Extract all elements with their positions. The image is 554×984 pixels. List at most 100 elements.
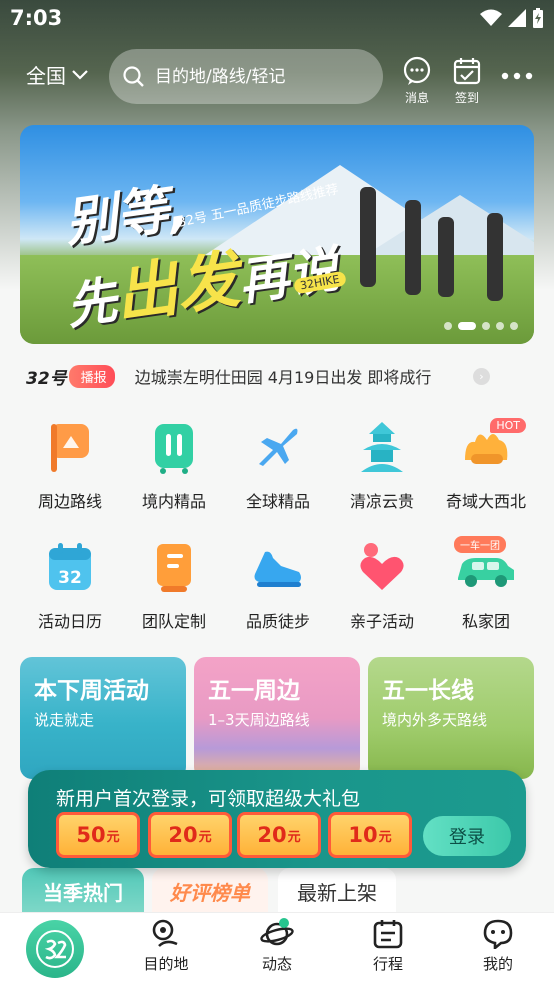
chevron-right-icon[interactable]: › [473,368,490,385]
category-label: 全球精品 [245,492,310,511]
nav-label: 目的地 [143,955,189,973]
search-bar[interactable] [109,49,383,104]
category-label: 奇域大西北 [445,492,526,511]
promo-card-title: 五一周边 [208,678,300,704]
messages-button[interactable]: 消息 [397,56,437,106]
nav-label: 行程 [372,955,403,973]
system-icons [480,8,544,28]
news-brand: 32号 [26,368,67,389]
category-label: 周边路线 [37,492,102,511]
itinerary-icon [373,920,403,949]
promo-card-subtitle: 1–3天周边路线 [208,711,310,729]
status-time: 7:03 [10,6,63,30]
category-label: 清凉云贵 [349,492,414,511]
nav-label: 我的 [482,955,513,973]
city-label: 全国 [26,64,66,88]
airplane-icon [251,420,305,474]
top-bar: 全国 消息 签到 [0,46,554,106]
location-pin-icon [152,919,178,947]
city-selector[interactable]: 全国 [26,60,88,89]
footprint-logo-icon [36,930,74,968]
category-item[interactable]: 团队定制 [122,540,226,632]
nav-trips[interactable]: 行程 [348,919,428,974]
carousel-dot[interactable] [444,322,452,330]
login-button[interactable]: 登录 [423,816,511,856]
battery-icon [533,8,543,28]
category-label: 活动日历 [37,612,102,631]
tab-seasonal[interactable]: 当季热门 [22,868,144,914]
car-icon [458,540,514,594]
notification-dot [279,918,289,928]
category-label: 私家团 [461,612,510,631]
tab-top-rated[interactable]: 好评榜单 [152,868,268,914]
profile-icon [483,919,513,949]
heart-icon [355,540,409,594]
luggage-icon [147,420,201,474]
tab-newest[interactable]: 最新上架 [278,868,396,914]
promo-card-weekly[interactable]: 本下周活动 说走就走 [20,657,186,779]
calendar-icon: 32 [43,540,97,594]
carousel-dots [444,322,518,330]
promo-card-title: 本下周活动 [34,678,149,704]
coupon: 10 元 [328,812,412,858]
checkin-label: 签到 [454,91,479,105]
nav-feed[interactable]: 动态 [237,919,317,974]
book-icon [147,540,201,594]
category-item[interactable]: 清凉云贵 [330,420,434,512]
camel-icon [459,420,513,474]
status-bar: 7:03 [0,0,554,38]
category-item[interactable]: 境内精品 [122,420,226,512]
category-item[interactable]: HOT 奇域大西北 [434,418,538,512]
promo-card-title: 五一长线 [382,678,474,704]
nav-profile[interactable]: 我的 [458,919,538,974]
chevron-down-icon [72,69,88,80]
category-label: 品质徒步 [245,612,310,631]
signal-icon [508,9,526,27]
category-item[interactable]: 品质徒步 [226,540,330,632]
banner-carousel[interactable]: 别等, 先出发再说 32号 五一品质徒步路线推荐 32HIKE [20,125,534,344]
hiker-figure [360,187,376,287]
promo-card-subtitle: 说走就走 [34,711,95,729]
category-label: 团队定制 [141,612,206,631]
news-text: 边城崇左明仕田园 4月19日出发 即将成行 [134,368,432,387]
nav-destination[interactable]: 目的地 [126,919,206,974]
promo-card-subtitle: 境内外多天路线 [382,711,488,729]
category-label: 境内精品 [141,492,206,511]
category-item[interactable]: 周边路线 [18,420,122,512]
coupon: 50 元 [56,812,140,858]
hiker-figure [487,213,503,301]
search-input[interactable] [155,66,355,87]
popup-text: 新用户首次登录，可领取超级大礼包 [56,788,361,810]
news-badge: 播报 [68,364,115,388]
coupon: 20 元 [237,812,321,858]
carousel-dot[interactable] [458,322,476,330]
new-user-popup[interactable]: 新用户首次登录，可领取超级大礼包 50 元 20 元 20 元 10 元 登录 [28,770,526,868]
category-label: 亲子活动 [349,612,414,631]
search-icon [123,65,144,87]
promo-card-long[interactable]: 五一长线 境内外多天路线 [368,657,534,779]
pagoda-icon [355,420,409,474]
carousel-dot[interactable] [496,322,504,330]
category-item[interactable]: 亲子活动 [330,540,434,632]
category-item[interactable]: 全球精品 [226,420,330,512]
category-item[interactable]: 一车一团 私家团 [434,536,538,632]
carousel-dot[interactable] [482,322,490,330]
messages-label: 消息 [404,91,429,105]
carousel-dot[interactable] [510,322,518,330]
flag-icon [43,420,97,474]
shoe-icon [251,540,305,594]
svg-text:32: 32 [58,568,82,588]
checkin-button[interactable]: 签到 [447,56,487,106]
hiker-figure [438,217,454,297]
hiker-figure [405,200,421,295]
wifi-icon [480,9,502,26]
more-icon[interactable] [501,72,533,80]
calendar-check-icon [453,58,481,85]
category-item[interactable]: 32 活动日历 [18,540,122,632]
promo-card-nearby[interactable]: 五一周边 1–3天周边路线 [194,657,360,779]
nav-label: 动态 [261,955,292,973]
news-ticker[interactable]: 32号 播报 边城崇左明仕田园 4月19日出发 即将成行 › [26,364,530,389]
chat-icon [403,56,431,85]
home-logo-button[interactable] [26,920,84,978]
coupon: 20 元 [148,812,232,858]
